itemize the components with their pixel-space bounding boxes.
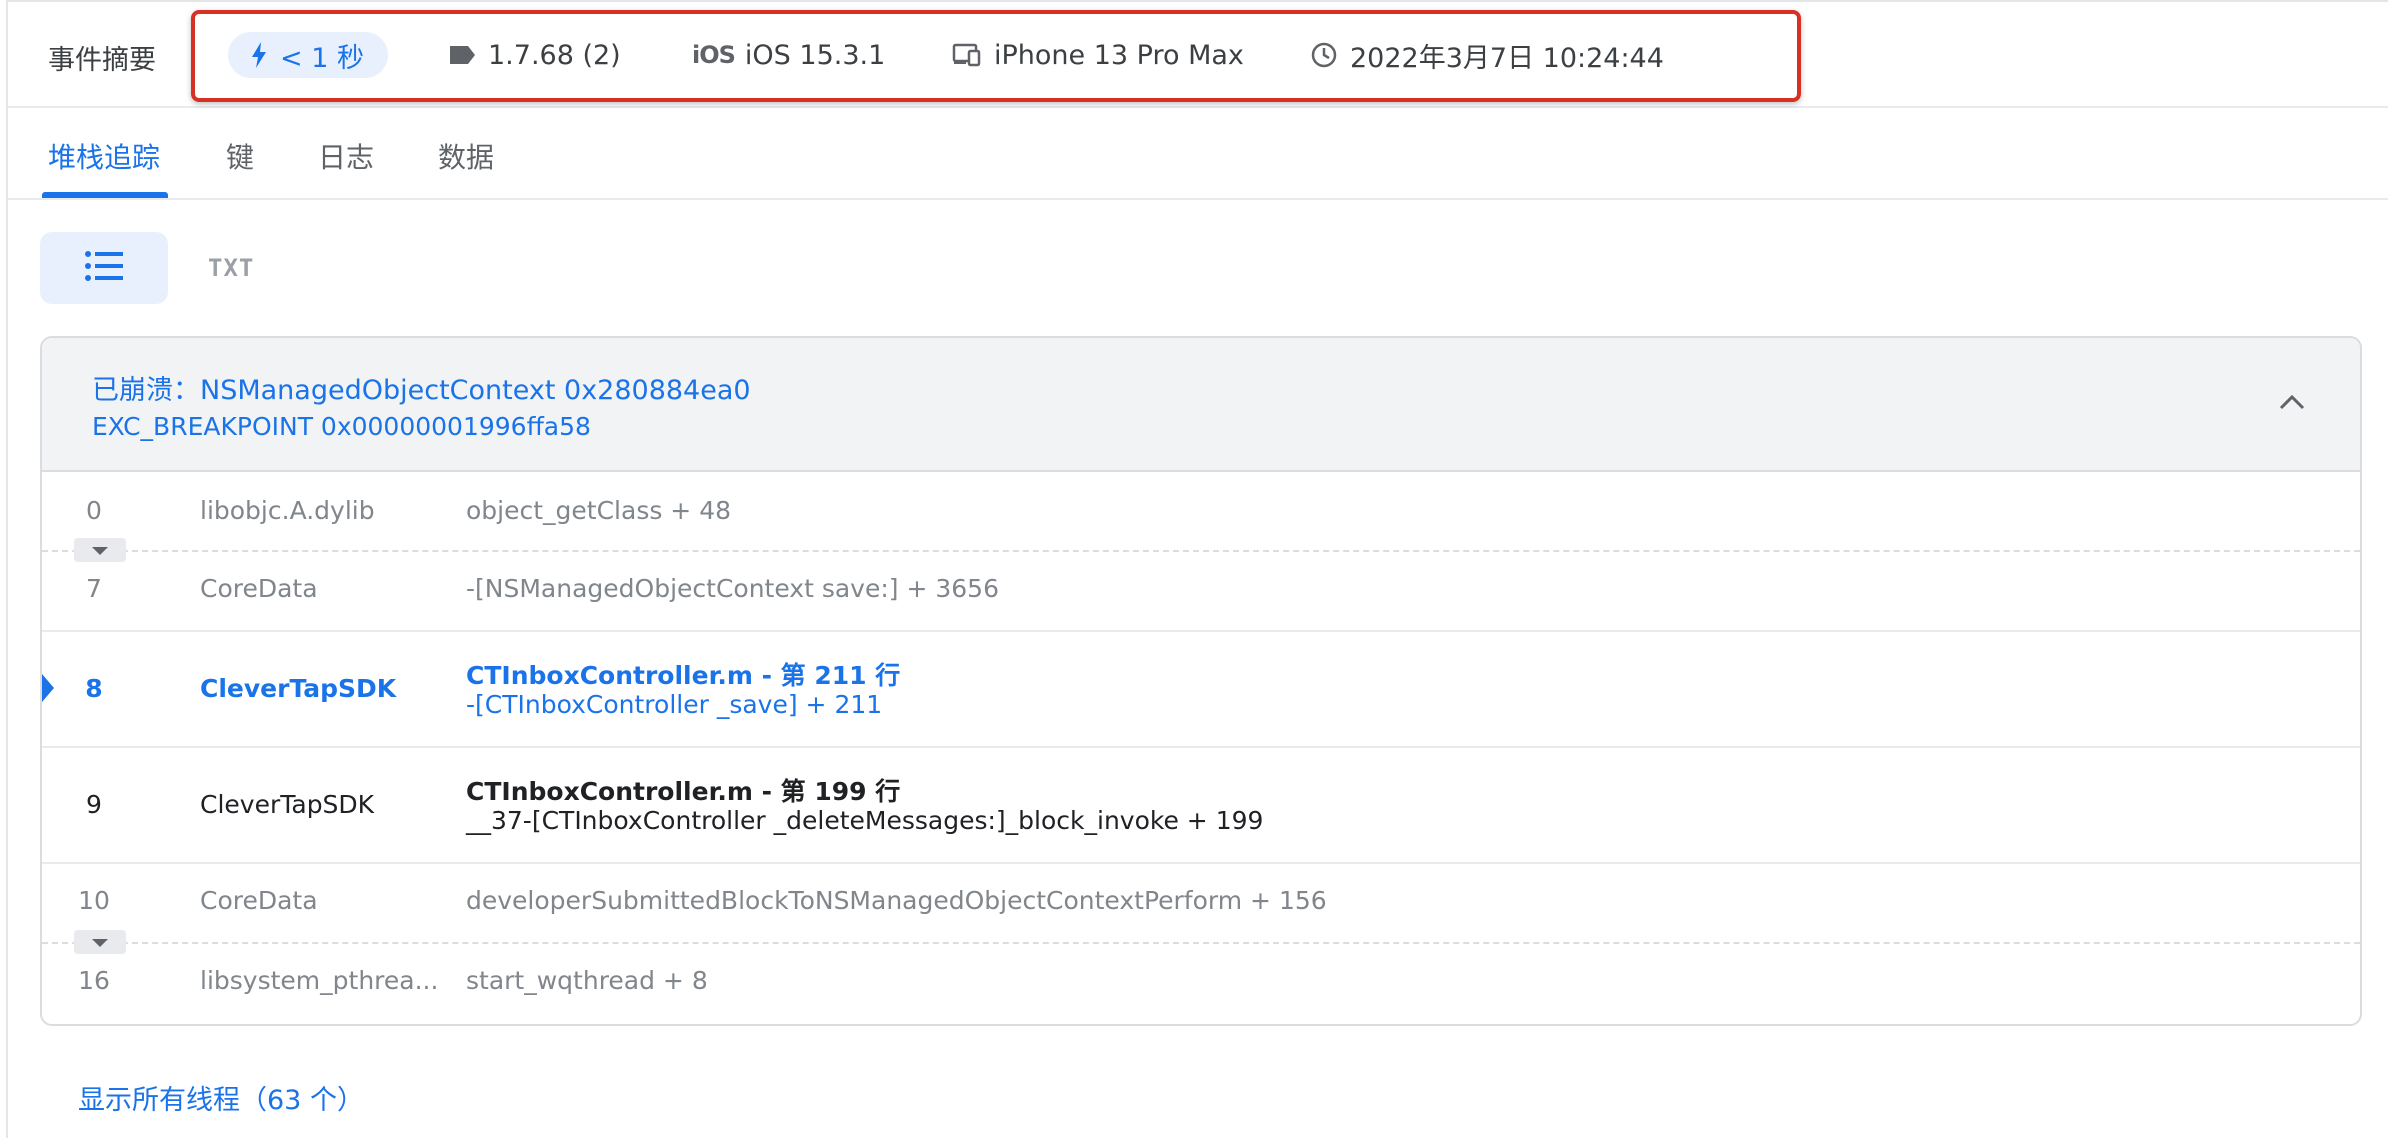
frame-number: 16 — [78, 966, 110, 995]
frame-library: libobjc.A.dylib — [200, 496, 375, 525]
frame-file: CTInboxController.m - 第 199 行 — [466, 777, 901, 806]
frame-symbol: start_wqthread + 8 — [466, 966, 708, 995]
device-chip: iPhone 13 Pro Max — [952, 32, 1244, 78]
duration-chip: < 1 秒 — [228, 32, 388, 78]
frame-symbol: developerSubmittedBlockToNSManagedObject… — [466, 886, 1327, 915]
duration-value: < 1 秒 — [280, 42, 364, 74]
crashed-thread-panel: 已崩溃：NSManagedObjectContext 0x280884ea0 E… — [40, 336, 2362, 1026]
tab-data[interactable]: 数据 — [438, 136, 494, 176]
frame-number: 0 — [86, 496, 102, 525]
active-tab-indicator — [42, 192, 168, 198]
clock-icon — [1310, 41, 1338, 69]
detail-tabs: 堆栈追踪 键 日志 数据 — [8, 108, 2388, 200]
list-icon — [84, 250, 124, 286]
ios-logo-icon: iOS — [692, 41, 736, 69]
tab-keys[interactable]: 键 — [226, 136, 254, 176]
tab-logs[interactable]: 日志 — [318, 136, 374, 176]
stack-frame-row[interactable]: 7 CoreData -[NSManagedObjectContext save… — [42, 552, 2360, 630]
stack-frame-row[interactable]: 9 CleverTapSDK CTInboxController.m - 第 1… — [42, 748, 2360, 862]
frame-library: libsystem_pthrea... — [200, 966, 439, 995]
version-value: 1.7.68 (2) — [488, 39, 621, 71]
chevron-up-icon[interactable] — [2278, 388, 2306, 416]
frame-library: CoreData — [200, 886, 318, 915]
frame-symbol: __37-[CTInboxController _deleteMessages:… — [466, 806, 1264, 835]
os-value: iOS 15.3.1 — [744, 39, 886, 71]
frame-number: 8 — [85, 674, 103, 703]
frame-library: CleverTapSDK — [200, 790, 375, 819]
stack-frame-row[interactable]: 10 CoreData developerSubmittedBlockToNSM… — [42, 864, 2360, 942]
summary-title: 事件摘要 — [48, 45, 156, 76]
frame-number: 9 — [86, 790, 102, 819]
version-chip: 1.7.68 (2) — [448, 32, 621, 78]
list-view-button[interactable] — [40, 232, 168, 304]
event-summary-bar: 事件摘要 < 1 秒 1.7.68 (2) iOS iOS 15.3.1 iPh… — [8, 2, 2388, 108]
device-icon — [952, 43, 982, 67]
frame-symbol: -[NSManagedObjectContext save:] + 3656 — [466, 574, 999, 603]
frame-library: CleverTapSDK — [200, 674, 397, 703]
crash-exception: EXC_BREAKPOINT 0x00000001996ffa58 — [92, 412, 591, 441]
label-tag-icon — [448, 44, 476, 66]
txt-view-button[interactable]: TXT — [208, 254, 254, 282]
bolt-icon — [250, 42, 268, 68]
crash-header[interactable]: 已崩溃：NSManagedObjectContext 0x280884ea0 E… — [42, 338, 2360, 472]
stack-frame-row[interactable]: 0 libobjc.A.dylib object_getClass + 48 — [42, 472, 2360, 550]
show-all-threads-link[interactable]: 显示所有线程（63 个） — [78, 1078, 364, 1117]
frame-symbol: object_getClass + 48 — [466, 496, 732, 525]
frame-symbol: -[CTInboxController _save] + 211 — [466, 690, 883, 719]
stack-frame-row-crashed[interactable]: 8 CleverTapSDK CTInboxController.m - 第 2… — [42, 632, 2360, 746]
frame-file: CTInboxController.m - 第 211 行 — [466, 661, 901, 690]
crash-title: 已崩溃：NSManagedObjectContext 0x280884ea0 — [92, 375, 751, 406]
tab-stack-trace[interactable]: 堆栈追踪 — [48, 136, 160, 176]
os-chip: iOS iOS 15.3.1 — [692, 32, 885, 78]
frame-number: 7 — [86, 574, 102, 603]
frame-library: CoreData — [200, 574, 318, 603]
frame-number: 10 — [78, 886, 110, 915]
event-page: 事件摘要 < 1 秒 1.7.68 (2) iOS iOS 15.3.1 iPh… — [6, 0, 2388, 1138]
device-value: iPhone 13 Pro Max — [994, 39, 1244, 71]
stack-frame-row[interactable]: 16 libsystem_pthrea... start_wqthread + … — [42, 944, 2360, 1024]
time-chip: 2022年3月7日 10:24:44 — [1310, 32, 1664, 78]
time-value: 2022年3月7日 10:24:44 — [1350, 42, 1664, 74]
